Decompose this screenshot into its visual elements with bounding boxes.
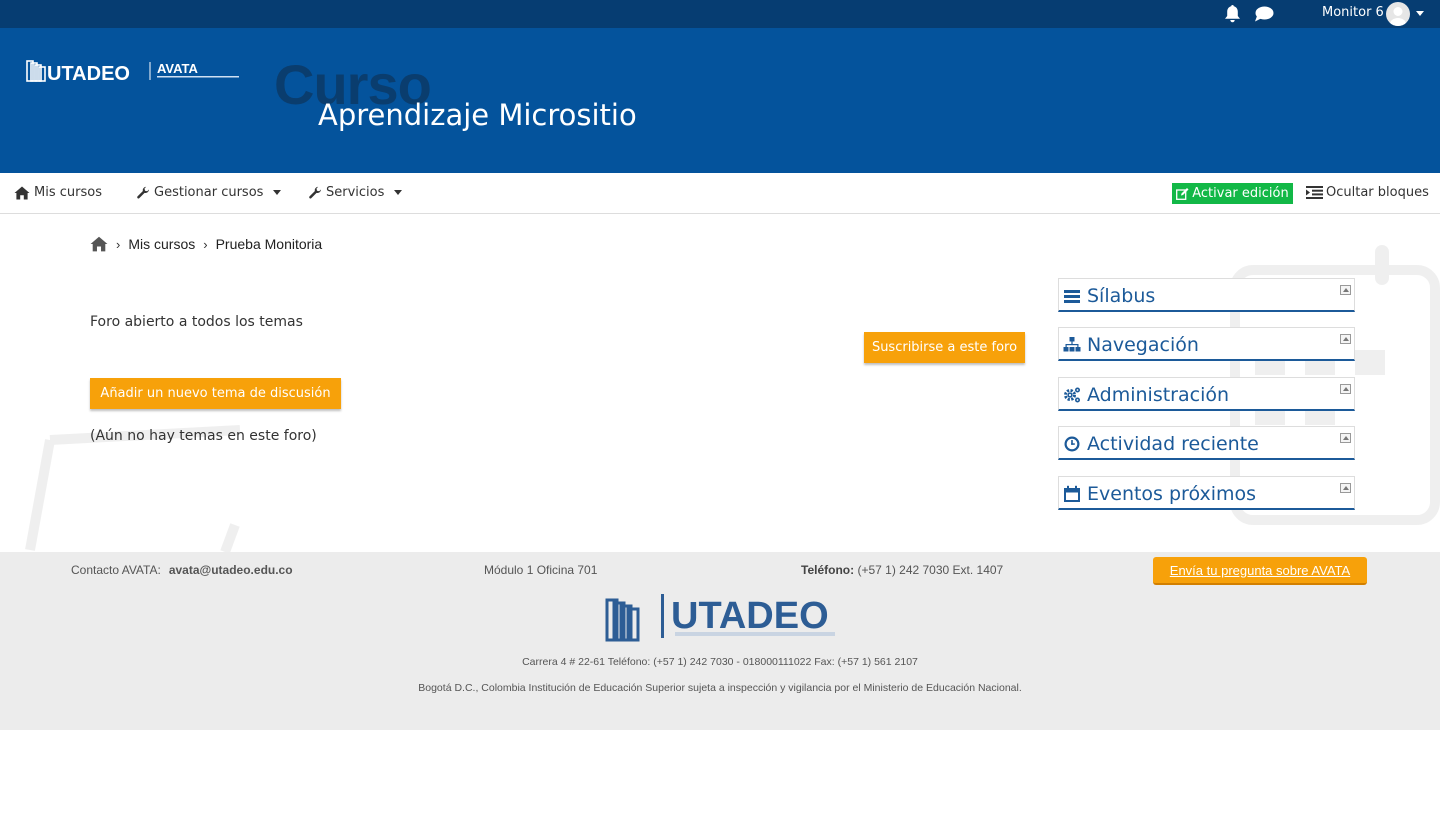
subscribe-forum-button[interactable]: Suscribirse a este foro [864,332,1025,363]
block-recent-activity: Actividad reciente [1058,426,1355,460]
turn-editing-on-button[interactable]: Activar edición [1172,183,1293,204]
nav-manage-courses-label: Gestionar cursos [154,185,264,200]
footer-contact: Contacto AVATA: avata@utadeo.edu.co [71,563,293,577]
list-icon [1064,290,1080,303]
top-bar: Monitor 6 [0,0,1440,28]
hide-blocks-toggle[interactable]: Ocultar bloques [1306,185,1429,200]
primary-navigation: Mis cursos Gestionar cursos Servicios Ac… [0,173,1440,214]
indent-icon [1306,186,1323,199]
block-upcoming-events-title[interactable]: Eventos próximos [1087,483,1256,505]
svg-text:UTADEO: UTADEO [671,595,829,637]
nav-services[interactable]: Servicios [308,185,403,200]
chevron-right-icon: › [116,236,121,252]
block-upcoming-events: Eventos próximos [1058,476,1355,510]
utadeo-footer-logo[interactable]: UTADEO [605,592,837,644]
ask-avata-button[interactable]: Envía tu pregunta sobre AVATA [1153,557,1367,585]
chat-icon[interactable] [1254,6,1274,22]
course-header: UTADEO AVATA Curso Aprendizaje Micrositi… [0,28,1440,173]
utadeo-avata-logo[interactable]: UTADEO AVATA [26,58,246,86]
caret-down-icon [394,190,403,195]
site-footer: Contacto AVATA: avata@utadeo.edu.co Módul… [0,552,1440,730]
home-icon [14,186,30,199]
footer-phone-label: Teléfono: [801,563,855,577]
breadcrumb-my-courses[interactable]: Mis cursos [128,236,195,252]
edit-icon [1176,187,1189,200]
block-navigation: Navegación [1058,327,1355,361]
sitemap-icon [1063,337,1081,352]
turn-editing-on-label: Activar edición [1192,186,1289,201]
bell-icon[interactable] [1224,5,1241,23]
collapse-block-icon[interactable] [1340,433,1351,443]
cogs-icon [1064,387,1080,403]
footer-contact-email[interactable]: avata@utadeo.edu.co [169,563,293,577]
block-syllabus: Sílabus [1058,278,1355,312]
calendar-icon [1064,485,1080,502]
nav-services-label: Servicios [326,185,385,200]
collapse-block-icon[interactable] [1340,483,1351,493]
footer-contact-label: Contacto AVATA: [71,563,161,577]
breadcrumb-current-course[interactable]: Prueba Monitoria [216,236,323,252]
caret-down-icon[interactable] [1416,11,1424,16]
svg-text:UTADEO: UTADEO [47,63,130,85]
chevron-right-icon: › [203,236,208,252]
nav-manage-courses[interactable]: Gestionar cursos [136,185,282,200]
breadcrumb: › Mis cursos › Prueba Monitoria [90,236,322,252]
collapse-block-icon[interactable] [1340,334,1351,344]
footer-office: Módulo 1 Oficina 701 [484,563,598,577]
clock-icon [1064,436,1080,452]
wrench-icon [309,186,322,199]
collapse-block-icon[interactable] [1340,285,1351,295]
user-menu-name[interactable]: Monitor 6 [1322,5,1384,20]
nav-my-courses[interactable]: Mis cursos [14,185,102,200]
wrench-icon [137,186,150,199]
add-discussion-topic-button[interactable]: Añadir un nuevo tema de discusión [90,378,341,409]
block-administration-title[interactable]: Administración [1087,384,1229,406]
nav-my-courses-label: Mis cursos [34,185,102,200]
svg-text:AVATA: AVATA [157,61,199,76]
course-title: Aprendizaje Micrositio [318,98,637,132]
footer-address: Carrera 4 # 22-61 Teléfono: (+57 1) 242 … [522,656,918,668]
forum-intro: Foro abierto a todos los temas [90,314,303,330]
hide-blocks-label: Ocultar bloques [1326,185,1429,200]
collapse-block-icon[interactable] [1340,384,1351,394]
home-icon[interactable] [90,236,108,252]
block-recent-activity-title[interactable]: Actividad reciente [1087,433,1259,455]
empty-forum-message: (Aún no hay temas en este foro) [90,428,317,444]
block-administration: Administración [1058,377,1355,411]
footer-phone-value: (+57 1) 242 7030 Ext. 1407 [857,563,1004,577]
footer-legal: Bogotá D.C., Colombia Institución de Edu… [418,682,1022,694]
footer-phone: Teléfono: (+57 1) 242 7030 Ext. 1407 [801,563,1003,577]
block-navigation-title[interactable]: Navegación [1087,334,1199,356]
block-syllabus-title[interactable]: Sílabus [1087,285,1155,307]
avatar[interactable] [1386,2,1410,26]
caret-down-icon [273,190,282,195]
